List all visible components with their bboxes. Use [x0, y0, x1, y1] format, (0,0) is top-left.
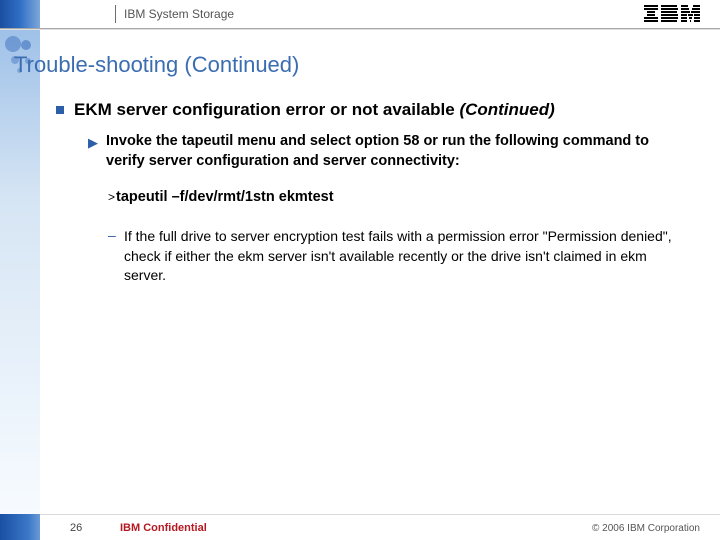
heading-main: EKM server configuration error or not av…	[74, 100, 459, 119]
confidential-label: IBM Confidential	[120, 522, 207, 534]
header-divider	[115, 5, 116, 23]
command-text: tapeutil –f/dev/rmt/1stn ekmtest	[116, 189, 334, 205]
command-line: >tapeutil –f/dev/rmt/1stn ekmtest	[108, 189, 690, 205]
slide-title: Trouble-shooting (Continued)	[14, 52, 299, 78]
bullet-level2: ▶ Invoke the tapeutil menu and select op…	[88, 132, 690, 171]
page-number: 26	[70, 522, 82, 534]
footer-bar: 26 IBM Confidential © 2006 IBM Corporati…	[0, 514, 720, 540]
header-bar: IBM System Storage	[0, 0, 720, 28]
heading-suffix: (Continued)	[459, 100, 554, 119]
square-bullet-icon	[56, 106, 64, 114]
heading-text: EKM server configuration error or not av…	[74, 100, 690, 120]
prompt-icon: >	[108, 190, 115, 204]
header-accent	[0, 0, 40, 28]
slide: IBM System Storage	[0, 0, 720, 540]
left-gradient-strip	[0, 30, 40, 514]
bullet-level3: – If the full drive to server encryption…	[108, 227, 690, 286]
arrow-bullet-icon: ▶	[88, 135, 98, 151]
product-name: IBM System Storage	[124, 7, 234, 21]
bullet-level1: EKM server configuration error or not av…	[56, 100, 690, 120]
note-text: If the full drive to server encryption t…	[124, 227, 690, 286]
ibm-logo	[644, 5, 700, 23]
dash-bullet-icon: –	[108, 227, 116, 243]
footer-rule	[0, 514, 720, 515]
slide-body: EKM server configuration error or not av…	[56, 100, 690, 286]
header-rule-light	[0, 29, 720, 30]
copyright-label: © 2006 IBM Corporation	[592, 523, 700, 534]
footer-accent	[0, 514, 40, 540]
step-text: Invoke the tapeutil menu and select opti…	[106, 132, 690, 171]
